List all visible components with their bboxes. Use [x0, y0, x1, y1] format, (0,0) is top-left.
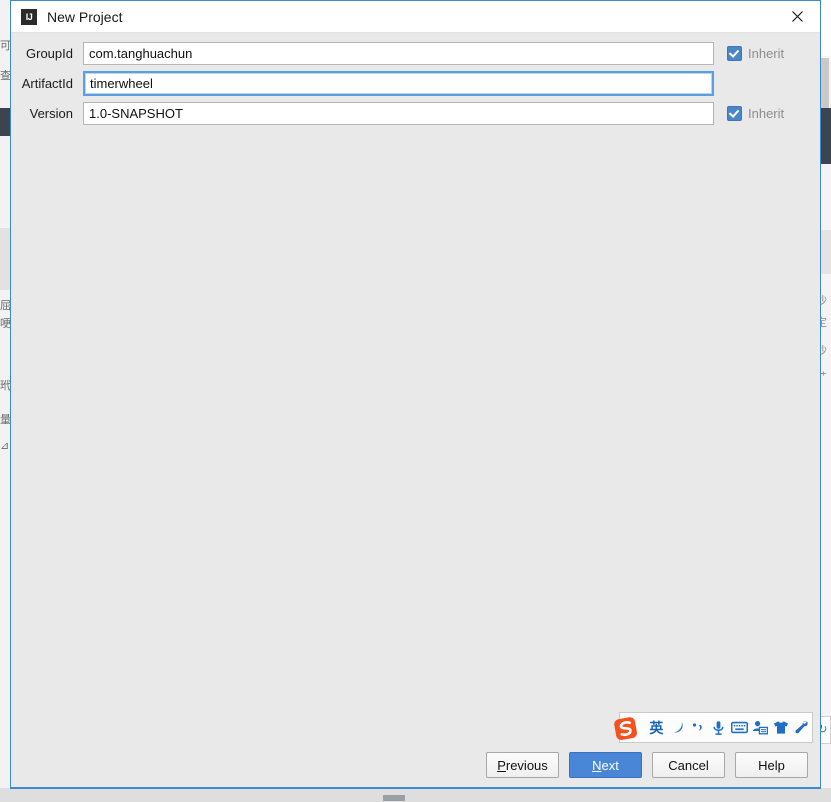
window-bottom-accent	[10, 787, 821, 789]
help-button[interactable]: Help	[735, 752, 808, 778]
groupid-inherit-label: Inherit	[748, 45, 785, 61]
punctuation-mode-icon[interactable]	[688, 715, 709, 741]
form-row-version: Version Inherit	[11, 101, 820, 125]
version-label: Version	[29, 105, 73, 121]
previous-button[interactable]: Previous	[486, 752, 559, 778]
new-project-dialog: IJ New Project GroupId Inherit	[10, 0, 821, 789]
dialog-content: GroupId Inherit ArtifactId Version	[11, 33, 820, 788]
next-button[interactable]: Next	[569, 752, 642, 778]
groupid-inherit-cell: Inherit	[714, 45, 820, 61]
background-status-bar	[0, 788, 831, 802]
artifactid-input[interactable]	[83, 70, 714, 96]
previous-button-label: revious	[505, 757, 548, 773]
dialog-button-bar: Previous Next Cancel Help	[486, 752, 808, 778]
groupid-label: GroupId	[26, 45, 73, 61]
skin-tshirt-icon[interactable]	[771, 715, 792, 741]
form-row-groupid: GroupId Inherit	[11, 41, 820, 65]
moon-icon[interactable]	[667, 715, 688, 741]
tools-wrench-icon[interactable]	[791, 715, 812, 741]
close-button[interactable]	[774, 1, 820, 32]
soft-keyboard-icon[interactable]	[729, 715, 750, 741]
groupid-input[interactable]	[83, 41, 714, 65]
version-inherit-label: Inherit	[748, 105, 785, 121]
background-right-scrollbar[interactable]	[820, 58, 829, 108]
version-inherit-checkbox[interactable]	[727, 105, 742, 121]
cancel-button[interactable]: Cancel	[652, 752, 725, 778]
next-button-mnemonic: N	[592, 757, 602, 773]
form-row-artifactid: ArtifactId	[11, 70, 820, 96]
maven-coordinates-form: GroupId Inherit ArtifactId Version	[11, 41, 820, 131]
version-inherit-cell: Inherit	[714, 105, 820, 121]
next-button-label: ext	[601, 757, 619, 773]
sogou-input-method-toolbar[interactable]: 英	[614, 712, 813, 743]
intellij-idea-icon: IJ	[21, 8, 37, 25]
artifactid-label: ArtifactId	[21, 75, 73, 91]
microphone-icon[interactable]	[708, 715, 729, 741]
user-center-icon[interactable]	[750, 715, 771, 741]
close-icon	[791, 11, 803, 22]
previous-button-mnemonic: P	[497, 757, 506, 773]
version-input[interactable]	[83, 101, 714, 125]
dialog-title-bar: IJ New Project	[11, 1, 820, 33]
dialog-title: New Project	[47, 8, 123, 25]
groupid-inherit-checkbox[interactable]	[727, 45, 742, 61]
language-mode-chinese-english[interactable]: 英	[646, 715, 667, 741]
sogou-logo-icon[interactable]	[613, 716, 639, 741]
window-resize-grip[interactable]	[383, 795, 405, 801]
